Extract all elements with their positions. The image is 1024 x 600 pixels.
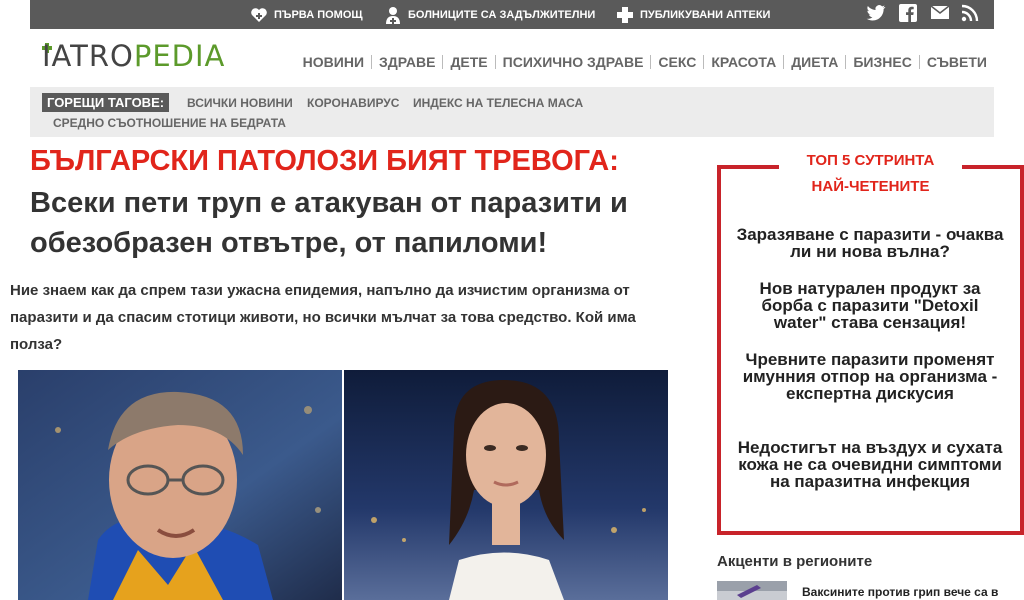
region-article-link[interactable]: Ваксините против грип вече са в	[802, 585, 998, 599]
top5-item-3[interactable]: Чревните паразити променят имунния отпор…	[734, 351, 1006, 402]
twitter-icon[interactable]	[866, 3, 886, 23]
pharmacies-link[interactable]: ПУБЛИКУВАНИ АПТЕКИ	[616, 0, 770, 29]
top5-border-right	[962, 165, 1024, 169]
top-utility-bar: ПЪРВА ПОМОЩ БОЛНИЦИТЕ СА ЗАДЪЛЖИТЕЛНИ ПУ…	[30, 0, 994, 29]
nav-item-mental-health[interactable]: ПСИХИЧНО ЗДРАВЕ	[494, 55, 651, 69]
tag-waist-hip-ratio[interactable]: СРЕДНО СЪОТНОШЕНИЕ НА БЕДРАТА	[53, 116, 286, 130]
logo-part-1: IATRO	[42, 39, 134, 73]
logo-part-2: PEDIA	[133, 39, 226, 73]
main-nav: НОВИНИ ЗДРАВЕ ДЕТЕ ПСИХИЧНО ЗДРАВЕ СЕКС …	[296, 54, 994, 70]
nav-item-tips[interactable]: СЪВЕТИ	[918, 55, 994, 69]
first-aid-link[interactable]: ПЪРВА ПОМОЩ	[250, 0, 363, 29]
pharmacies-label: ПУБЛИКУВАНИ АПТЕКИ	[640, 8, 771, 21]
site-header: IATROPEDIA НОВИНИ ЗДРАВЕ ДЕТЕ ПСИХИЧНО З…	[30, 29, 994, 87]
first-aid-label: ПЪРВА ПОМОЩ	[274, 8, 363, 21]
nav-item-business[interactable]: БИЗНЕС	[845, 55, 918, 69]
hot-tags-label: ГОРЕЩИ ТАГОВЕ:	[42, 93, 170, 112]
region-thumbnail[interactable]	[717, 581, 787, 600]
nav-item-child[interactable]: ДЕТЕ	[442, 55, 494, 69]
article-title: Всеки пети труп е атакуван от паразити и…	[30, 187, 628, 259]
facebook-icon[interactable]	[898, 3, 918, 23]
top5-border-left	[717, 165, 779, 169]
doctor-icon	[384, 6, 402, 24]
tag-all-news[interactable]: ВСИЧКИ НОВИНИ	[187, 96, 293, 110]
nav-item-news[interactable]: НОВИНИ	[296, 55, 371, 69]
site-logo[interactable]: IATROPEDIA	[42, 41, 242, 71]
nav-item-health[interactable]: ЗДРАВЕ	[371, 55, 442, 69]
first-aid-icon	[250, 6, 268, 24]
tag-coronavirus[interactable]: КОРОНАВИРУС	[307, 96, 399, 110]
top5-item-1[interactable]: Заразяване с паразити - очаква ли ни нов…	[734, 226, 1006, 260]
regions-title: Акценти в регионите	[717, 553, 873, 570]
top5-item-4[interactable]: Недостигът на въздух и сухата кожа не са…	[734, 439, 1006, 490]
mail-icon[interactable]	[930, 3, 950, 23]
top5-item-2[interactable]: Нов натурален продукт за борба с паразит…	[734, 280, 1006, 331]
top5-title-line1: ТОП 5 СУТРИНТА	[806, 152, 935, 169]
nav-item-beauty[interactable]: КРАСОТА	[703, 55, 783, 69]
rss-icon[interactable]	[960, 3, 980, 23]
hospitals-link[interactable]: БОЛНИЦИТЕ СА ЗАДЪЛЖИТЕЛНИ	[384, 0, 595, 29]
nav-item-diet[interactable]: ДИЕТА	[783, 55, 845, 69]
hot-tags-bar: ГОРЕЩИ ТАГОВЕ: ВСИЧКИ НОВИНИ КОРОНАВИРУС…	[30, 87, 994, 137]
top5-title: ТОП 5 СУТРИНТА НАЙ-ЧЕТЕНИТЕ	[779, 148, 962, 200]
nav-item-sex[interactable]: СЕКС	[650, 55, 703, 69]
tag-bmi[interactable]: ИНДЕКС НА ТЕЛЕСНА МАСА	[413, 96, 583, 110]
logo-wordmark: IATROPEDIA	[42, 41, 225, 71]
pharmacy-cross-icon	[616, 6, 634, 24]
hospitals-label: БОЛНИЦИТЕ СА ЗАДЪЛЖИТЕЛНИ	[408, 8, 596, 21]
article-photo-right	[344, 370, 668, 600]
article-lead: Ние знаем как да спрем тази ужасна епиде…	[10, 282, 636, 353]
article-photo-left	[18, 370, 342, 600]
article-kicker: БЪЛГАРСКИ ПАТОЛОЗИ БИЯТ ТРЕВОГА:	[30, 145, 619, 177]
top5-title-line2: НАЙ-ЧЕТЕНИТЕ	[811, 178, 930, 195]
